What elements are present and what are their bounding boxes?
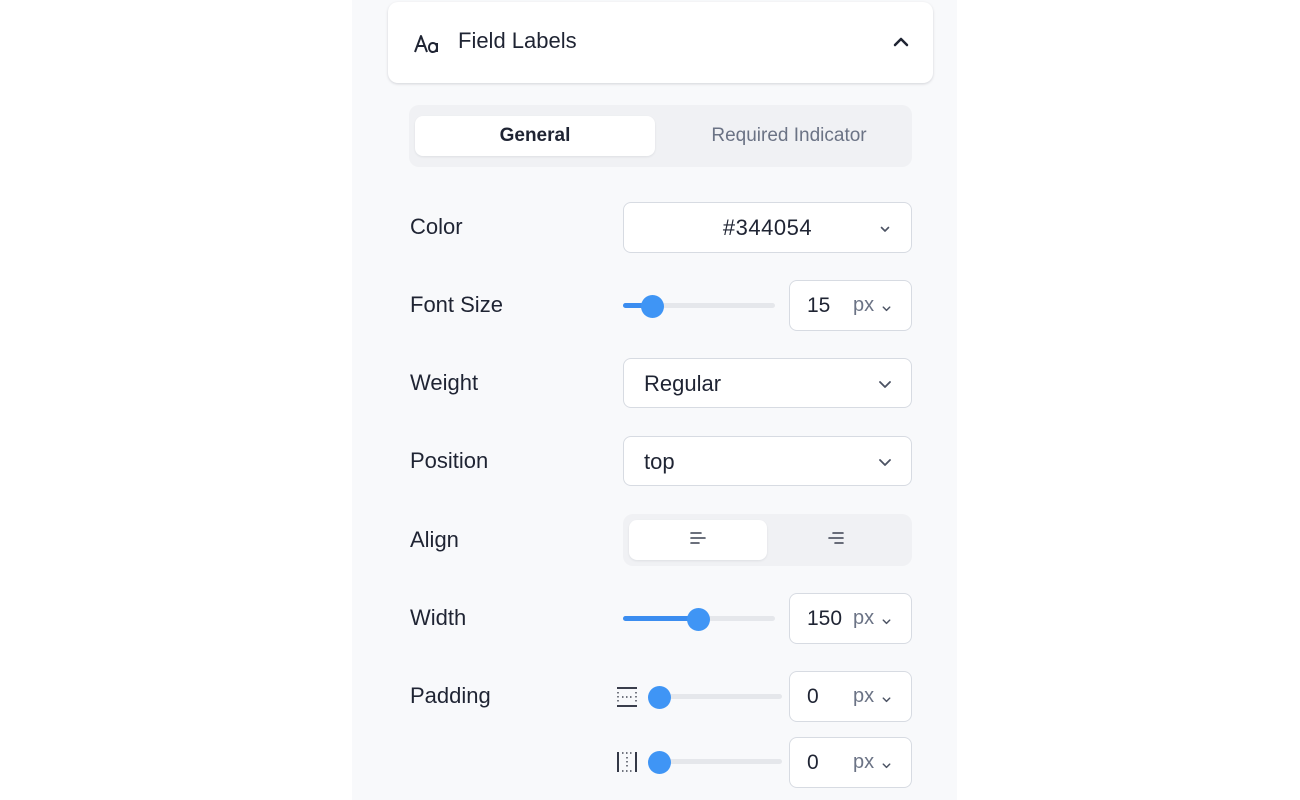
padding-vertical-input[interactable]: 0 px [789, 671, 912, 722]
font-size-label: Font Size [410, 292, 503, 317]
padding-vertical-icon [616, 686, 638, 708]
width-slider[interactable] [623, 608, 775, 631]
padding-horizontal-unit[interactable]: px [853, 738, 874, 787]
color-picker[interactable]: #344054 [623, 202, 912, 253]
padding-horizontal-icon [616, 751, 638, 773]
position-label: Position [410, 448, 489, 473]
chevron-down-icon[interactable] [881, 614, 892, 625]
padding-vertical-unit[interactable]: px [853, 672, 874, 721]
tab-general[interactable]: General [415, 116, 655, 156]
font-size-input[interactable]: 15 px [789, 280, 912, 331]
align-label: Align [410, 527, 459, 552]
slider-thumb[interactable] [641, 295, 664, 318]
align-toggle-group [623, 514, 912, 566]
slider-thumb[interactable] [648, 751, 671, 774]
slider-thumb[interactable] [687, 608, 710, 631]
weight-select[interactable]: Regular [623, 358, 912, 408]
chevron-down-icon[interactable] [881, 301, 892, 312]
width-value[interactable]: 150 [807, 594, 849, 643]
field-labels-section-header[interactable]: Field Labels [388, 2, 933, 83]
color-value: #344054 [722, 215, 813, 240]
weight-label: Weight [410, 370, 479, 395]
font-size-unit[interactable]: px [853, 281, 874, 330]
chevron-down-icon [877, 454, 893, 470]
align-left-button[interactable] [629, 520, 767, 560]
settings-panel: Field Labels General Required Indicator … [352, 0, 957, 800]
chevron-down-icon[interactable] [881, 758, 892, 769]
color-label: Color [410, 214, 463, 239]
font-size-slider[interactable] [623, 295, 775, 318]
font-type-icon [413, 29, 441, 57]
padding-vertical-value[interactable]: 0 [807, 672, 849, 721]
position-select[interactable]: top [623, 436, 912, 486]
padding-horizontal-input[interactable]: 0 px [789, 737, 912, 788]
align-right-icon [827, 529, 845, 552]
padding-vertical-slider[interactable] [648, 686, 782, 709]
width-label: Width [410, 605, 467, 630]
section-title: Field Labels [458, 28, 577, 53]
align-left-icon [689, 529, 707, 552]
align-right-button[interactable] [767, 520, 905, 560]
padding-horizontal-value[interactable]: 0 [807, 738, 849, 787]
tab-required-indicator[interactable]: Required Indicator [669, 116, 909, 156]
chevron-down-icon [879, 222, 891, 234]
width-unit[interactable]: px [853, 594, 874, 643]
weight-value: Regular [644, 371, 722, 396]
width-input[interactable]: 150 px [789, 593, 912, 644]
slider-thumb[interactable] [648, 686, 671, 709]
position-value: top [644, 449, 675, 474]
font-size-value[interactable]: 15 [807, 281, 849, 330]
chevron-up-icon[interactable] [887, 28, 915, 56]
chevron-down-icon [877, 376, 893, 392]
padding-label: Padding [410, 683, 491, 708]
padding-horizontal-slider[interactable] [648, 751, 782, 774]
chevron-down-icon[interactable] [881, 692, 892, 703]
tab-bar: General Required Indicator [409, 105, 912, 167]
